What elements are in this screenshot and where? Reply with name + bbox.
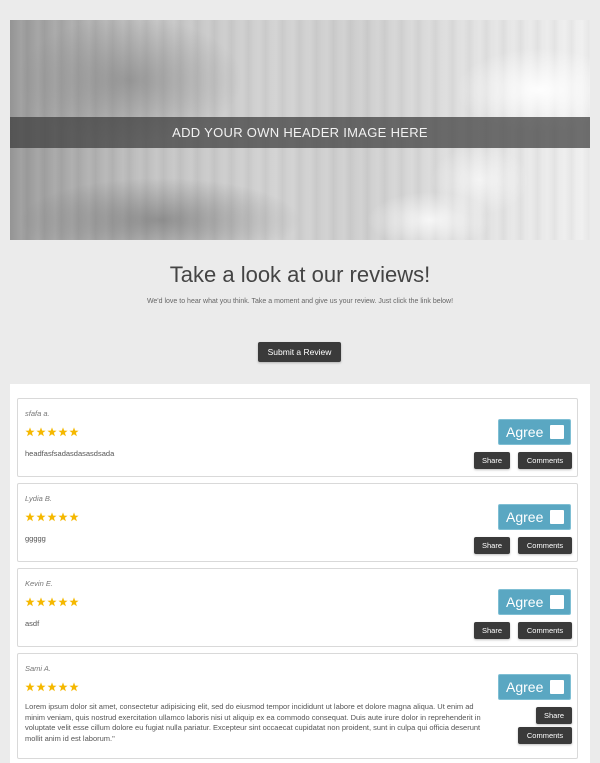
agree-button[interactable]: Agree [498,589,571,615]
star-rating [25,427,79,438]
agree-checkbox[interactable] [550,425,564,439]
reviewer-name: sfafa a. [25,409,50,418]
star-icon [25,512,35,522]
star-icon [58,682,68,692]
star-icon [58,427,68,437]
agree-button[interactable]: Agree [498,504,571,530]
review-card: Sami A. Lorem ipsum dolor sit amet, cons… [17,653,578,759]
star-icon [25,427,35,437]
star-icon [36,682,46,692]
submit-review-button[interactable]: Submit a Review [258,342,341,362]
star-icon [36,597,46,607]
comments-button[interactable]: Comments [518,537,572,554]
star-icon [36,427,46,437]
share-button[interactable]: Share [536,707,572,724]
reviewer-name: Kevin E. [25,579,53,588]
star-icon [47,682,57,692]
reviewer-name: Lydia B. [25,494,52,503]
review-text: ggggg [25,534,46,543]
agree-label: Agree [506,679,544,695]
comments-button[interactable]: Comments [518,622,572,639]
review-card: sfafa a. headfasfsadasdasasdsada Agree S… [17,398,578,477]
agree-label: Agree [506,594,544,610]
agree-button[interactable]: Agree [498,419,571,445]
share-button[interactable]: Share [474,622,510,639]
agree-checkbox[interactable] [550,510,564,524]
comments-button[interactable]: Comments [518,452,572,469]
share-button[interactable]: Share [474,537,510,554]
header-image-caption-band: ADD YOUR OWN HEADER IMAGE HERE [10,117,590,148]
header-image-caption: ADD YOUR OWN HEADER IMAGE HERE [172,125,428,140]
review-card: Kevin E. asdf Agree Share Comments [17,568,578,647]
star-rating [25,597,79,608]
agree-label: Agree [506,509,544,525]
share-button[interactable]: Share [474,452,510,469]
review-text: asdf [25,619,40,628]
review-text: Lorem ipsum dolor sit amet, consectetur … [25,702,481,743]
star-icon [58,597,68,607]
star-rating [25,512,79,523]
agree-checkbox[interactable] [550,680,564,694]
agree-checkbox[interactable] [550,595,564,609]
page-subtitle: We'd love to hear what you think. Take a… [146,298,454,305]
reviews-list: sfafa a. headfasfsadasdasasdsada Agree S… [10,384,590,763]
star-rating [25,682,79,693]
star-icon [69,682,79,692]
header-image: ADD YOUR OWN HEADER IMAGE HERE [10,20,590,240]
star-icon [25,682,35,692]
star-icon [58,512,68,522]
comments-button[interactable]: Comments [518,727,572,744]
reviewer-name: Sami A. [25,664,51,673]
review-text: headfasfsadasdasasdsada [25,449,115,458]
agree-button[interactable]: Agree [498,674,571,700]
agree-label: Agree [506,424,544,440]
star-icon [47,427,57,437]
review-card: Lydia B. ggggg Agree Share Comments [17,483,578,562]
star-icon [69,597,79,607]
star-icon [36,512,46,522]
star-icon [25,597,35,607]
page-title: Take a look at our reviews! [169,262,431,287]
star-icon [47,512,57,522]
star-icon [47,597,57,607]
star-icon [69,512,79,522]
star-icon [69,427,79,437]
